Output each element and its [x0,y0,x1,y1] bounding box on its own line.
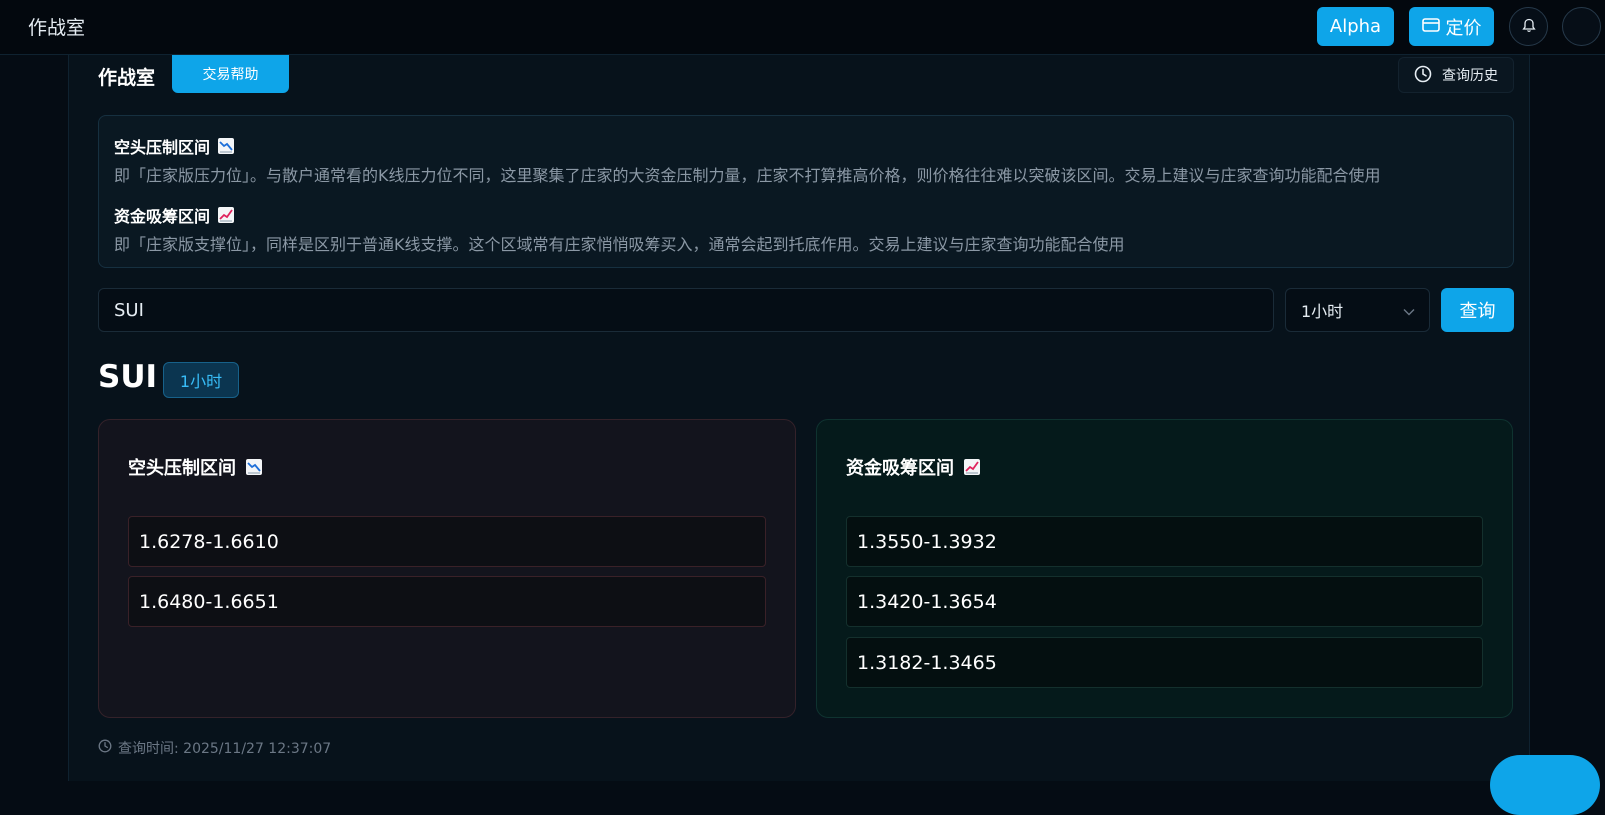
app-title: 作战室 [28,17,86,39]
floating-action-button[interactable] [1490,755,1600,815]
chevron-down-icon [1403,301,1415,320]
short-pressure-panel: 空头压制区间 1.6278-1.6610 1.6480-1.6651 [98,419,796,718]
query-time: 查询时间: 2025/11/27 12:37:07 [98,738,331,758]
pricing-button[interactable]: 定价 [1409,7,1494,46]
query-time-text: 查询时间: 2025/11/27 12:37:07 [118,741,332,757]
short-panel-title-label: 空头压制区间 [128,458,236,479]
chart-decreasing-icon [218,138,235,154]
alpha-button[interactable]: Alpha [1317,7,1394,46]
short-zone-description: 即「庄家版压力位」。与散户通常看的K线压力位不同，这里聚集了庄家的大资金压制力量… [114,166,1381,185]
accumulation-panel: 资金吸筹区间 1.3550-1.3932 1.3420-1.3654 1.318… [816,419,1513,718]
long-panel-title-label: 资金吸筹区间 [846,458,954,479]
long-zone-row: 1.3550-1.3932 [846,516,1483,567]
info-box: 空头压制区间 即「庄家版压力位」。与散户通常看的K线压力位不同，这里聚集了庄家的… [98,115,1514,268]
long-zone-description: 即「庄家版支撑位」，同样是区别于普通K线支撑。这个区域常有庄家悄悄吸筹买入，通常… [114,235,1125,254]
short-zone-row: 1.6278-1.6610 [128,516,766,567]
top-navbar: 作战室 Alpha 定价 [0,0,1605,55]
credit-card-icon [1421,16,1440,37]
long-panel-title: 资金吸筹区间 [846,454,980,480]
short-zone-info-label: 空头压制区间 [114,138,211,157]
long-zone-info-title: 资金吸筹区间 [114,203,235,227]
long-zone-row: 1.3420-1.3654 [846,576,1483,627]
clock-icon [98,739,112,757]
war-room-panel: 作战室 交易帮助 查询历史 空头压制区间 即「庄家版压力位」。与散户通常看的K线… [68,55,1530,781]
long-zone-info-label: 资金吸筹区间 [114,207,211,226]
interval-select-value: 1小时 [1301,302,1344,321]
long-zone-row: 1.3182-1.3465 [846,637,1483,688]
short-zone-info-title: 空头压制区间 [114,134,235,158]
short-panel-title: 空头压制区间 [128,454,262,480]
short-zone-row: 1.6480-1.6651 [128,576,766,627]
clock-icon [1414,65,1432,86]
interval-select[interactable]: 1小时 [1285,288,1430,332]
query-history-button[interactable]: 查询历史 [1398,57,1514,93]
chart-decreasing-icon [246,459,262,475]
bell-icon [1521,18,1536,36]
result-symbol: SUI [98,359,158,395]
chart-increasing-icon [964,459,980,475]
query-button[interactable]: 查询 [1441,288,1514,332]
notifications-button[interactable] [1509,7,1548,46]
chart-increasing-icon [218,207,235,223]
query-history-label: 查询历史 [1442,67,1498,83]
symbol-search-input[interactable] [98,288,1274,332]
page-title: 作战室 [98,67,156,89]
pricing-label: 定价 [1445,17,1482,39]
trading-help-button[interactable]: 交易帮助 [172,55,289,93]
user-menu-button[interactable] [1562,7,1601,46]
result-interval-badge: 1小时 [163,362,239,398]
